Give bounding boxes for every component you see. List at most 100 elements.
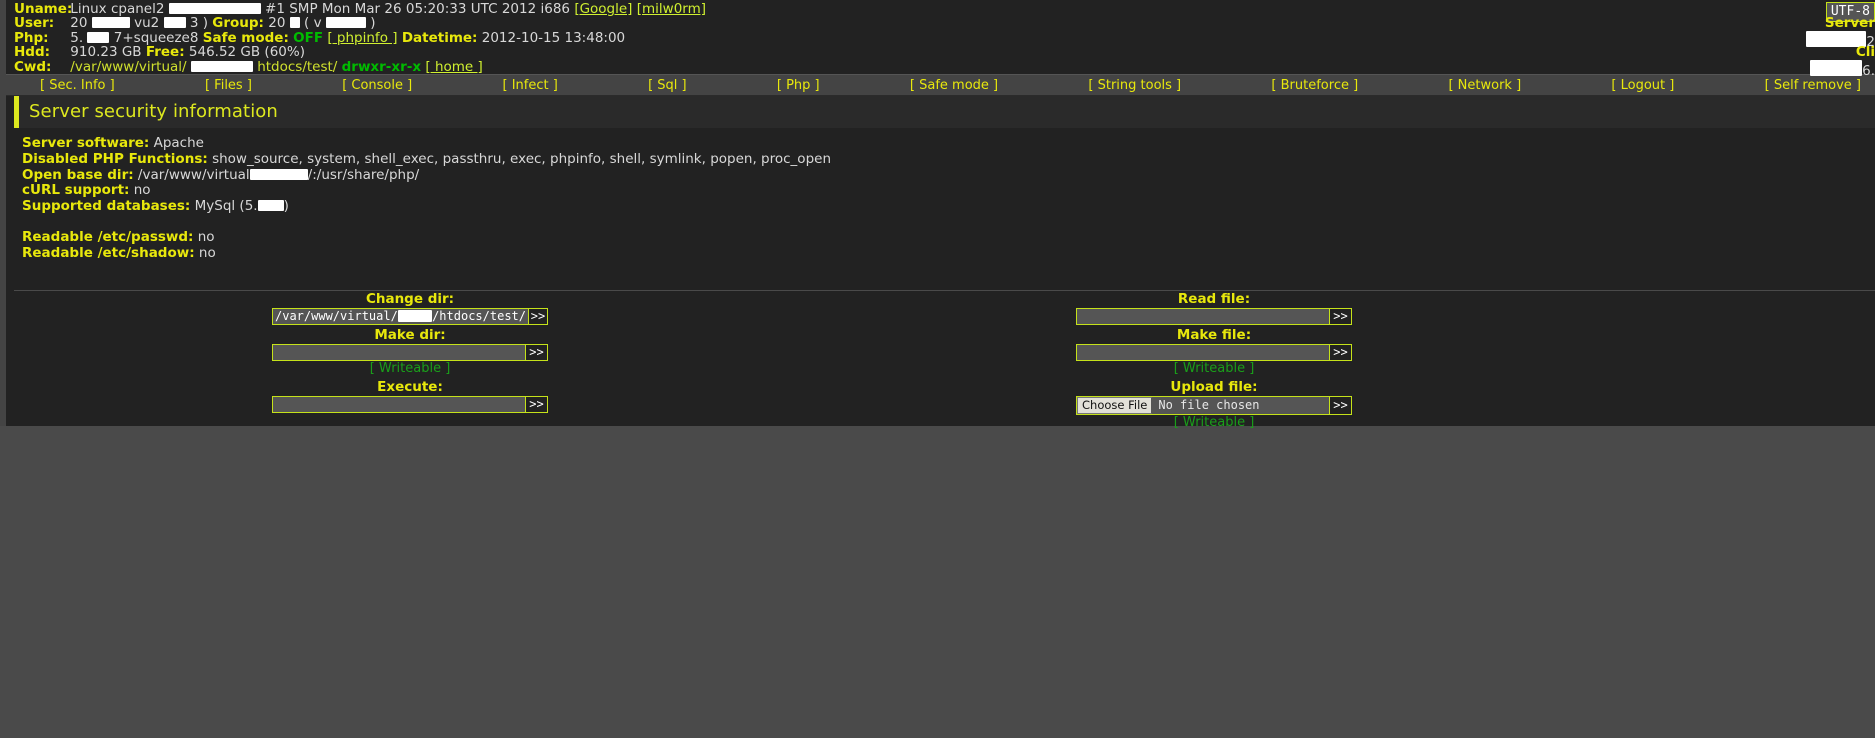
upload-file-submit[interactable]: >> — [1330, 395, 1352, 415]
google-link[interactable]: [Google] — [574, 1, 632, 17]
open-base-dir-tail: /:/usr/share/php/ — [307, 166, 420, 183]
row-disabled-functions: Disabled PHP Functions: show_source, sys… — [22, 150, 1875, 168]
read-file-input[interactable] — [1076, 307, 1330, 325]
redaction-bar — [257, 200, 284, 212]
panel-spacer — [22, 215, 1875, 230]
upload-file-form: Choose File No file chosen >> — [1076, 395, 1352, 415]
header-info: Uname: Linux cpanel2 #1 SMP Mon Mar 26 0… — [6, 0, 1875, 78]
redaction-bar — [249, 168, 308, 180]
menu-item-files[interactable]: [ Files ] — [201, 78, 256, 93]
client-ip-label: Cli — [1855, 44, 1875, 61]
safe-mode-label: Safe mode: — [202, 29, 289, 46]
header-left-rows: Uname: Linux cpanel2 #1 SMP Mon Mar 26 0… — [14, 2, 706, 74]
home-link[interactable]: [ home ] — [425, 59, 482, 75]
disabled-functions-label: Disabled PHP Functions: — [22, 150, 208, 167]
php-label: Php: — [14, 29, 49, 46]
row-readable-shadow: Readable /etc/shadow: no — [22, 244, 1875, 262]
row-supported-databases: Supported databases: MySql (5.) — [22, 198, 1875, 215]
execute-submit[interactable]: >> — [526, 395, 548, 413]
redaction-bar — [397, 310, 433, 323]
execute-form: >> — [272, 395, 548, 413]
group-label: Group: — [212, 15, 264, 32]
menu-item-string-tools[interactable]: [ String tools ] — [1084, 78, 1185, 93]
security-info-panel: Server security information Server softw… — [14, 96, 1875, 290]
row-readable-passwd: Readable /etc/passwd: no — [22, 228, 1875, 246]
readable-shadow-value: no — [198, 244, 216, 261]
redaction-bar — [87, 31, 110, 43]
hdd-label: Hdd: — [14, 44, 51, 61]
upload-file-status: [ Writeable ] — [1173, 414, 1255, 430]
curl-support-label: cURL support: — [22, 182, 130, 199]
menu-item-logout[interactable]: [ Logout ] — [1607, 78, 1678, 93]
row-curl-support: cURL support: no — [22, 182, 1875, 199]
readable-shadow-label: Readable /etc/shadow: — [22, 244, 195, 261]
redaction-bar — [163, 17, 186, 29]
change-dir-input[interactable]: /var/www/virtual//htdocs/test/ — [272, 307, 529, 325]
menu-item-sec-info[interactable]: [ Sec. Info ] — [36, 78, 119, 93]
header-row-hdd: Hdd: 910.23 GB Free: 546.52 GB (60%) — [14, 44, 706, 61]
make-file-form: >> — [1076, 343, 1352, 361]
right-form-column: Read file: >> Make file: >> [ Writeable … — [1076, 291, 1352, 431]
panel-body: Server software: Apache Disabled PHP Fun… — [14, 128, 1875, 272]
file-input-box[interactable]: Choose File No file chosen — [1076, 395, 1330, 415]
client-ip-value: 6. — [1862, 62, 1875, 79]
menu-item-bruteforce[interactable]: [ Bruteforce ] — [1267, 78, 1362, 93]
cwd-pre: /var/www/virtual/ — [70, 58, 187, 75]
change-dir-label: Change dir: — [365, 290, 455, 307]
header-row-php: Php: 5. 7+squeeze8 Safe mode: OFF [ phpi… — [14, 29, 706, 46]
read-file-label: Read file: — [1177, 290, 1251, 307]
menu-item-network[interactable]: [ Network ] — [1444, 78, 1525, 93]
header-right-block: UTF-8 Server 2 Cli 6. — [1806, 2, 1875, 78]
datetime-label: Datetime: — [401, 29, 478, 46]
redaction-bar — [190, 60, 253, 72]
row-server-software: Server software: Apache — [22, 135, 1875, 152]
make-dir-submit[interactable]: >> — [526, 343, 548, 361]
server-ip-value-row: 2 — [1806, 30, 1875, 49]
menu-item-php[interactable]: [ Php ] — [773, 78, 824, 93]
make-dir-label: Make dir: — [374, 326, 446, 343]
phpinfo-link[interactable]: [ phpinfo ] — [327, 30, 397, 46]
server-ip-label: Server — [1824, 15, 1875, 32]
free-label: Free: — [145, 44, 185, 61]
menu-item-self-remove[interactable]: [ Self remove ] — [1761, 78, 1865, 93]
redaction-bar — [91, 17, 130, 29]
change-dir-submit[interactable]: >> — [529, 307, 548, 325]
make-file-label: Make file: — [1176, 326, 1252, 343]
redaction-bar — [168, 3, 261, 14]
charset-row: UTF-8 — [1806, 2, 1875, 22]
panel-title: Server security information — [14, 96, 1875, 128]
left-form-column: Change dir: /var/www/virtual//htdocs/tes… — [272, 291, 548, 413]
supported-databases-value: MySql (5. — [194, 198, 258, 215]
redaction-bar — [289, 17, 300, 29]
execute-input[interactable] — [272, 395, 526, 413]
read-file-form: >> — [1076, 307, 1352, 325]
open-base-dir-value: /var/www/virtual — [137, 166, 250, 183]
redaction-bar — [325, 17, 366, 29]
make-dir-input[interactable] — [272, 343, 526, 361]
header-row-cwd: Cwd: /var/www/virtual/ htdocs/test/ drwx… — [14, 58, 706, 75]
menu-item-console[interactable]: [ Console ] — [338, 78, 416, 93]
milw0rm-link[interactable]: [milw0rm] — [637, 1, 706, 17]
menu-item-sql[interactable]: [ Sql ] — [644, 78, 691, 93]
menu-item-safe-mode[interactable]: [ Safe mode ] — [906, 78, 1002, 93]
menu-item-infect[interactable]: [ Infect ] — [498, 78, 561, 93]
readable-passwd-label: Readable /etc/passwd: — [22, 228, 194, 245]
change-dir-form: /var/www/virtual//htdocs/test/ >> — [272, 307, 548, 325]
read-file-submit[interactable]: >> — [1330, 307, 1352, 325]
make-file-submit[interactable]: >> — [1330, 343, 1352, 361]
curl-support-value: no — [133, 182, 151, 199]
server-software-label: Server software: — [22, 135, 150, 151]
disabled-functions-value: show_source, system, shell_exec, passthr… — [212, 150, 831, 167]
choose-file-button[interactable]: Choose File — [1077, 396, 1153, 414]
readable-passwd-value: no — [197, 228, 215, 245]
make-file-input[interactable] — [1076, 343, 1330, 361]
supported-databases-label: Supported databases: — [22, 198, 191, 215]
header-row-user: User: 20 vu2 3 ) Group: 20 ( v ) — [14, 15, 706, 32]
client-ip-value-row: 6. — [1806, 59, 1875, 78]
cwd-post: htdocs/test/ — [257, 58, 338, 75]
server-software-value: Apache — [153, 135, 204, 151]
upload-file-label: Upload file: — [1170, 378, 1258, 395]
cwd-permissions: drwxr-xr-x — [341, 58, 422, 75]
uname-label: Uname: — [14, 1, 73, 17]
execute-label: Execute: — [377, 378, 443, 395]
